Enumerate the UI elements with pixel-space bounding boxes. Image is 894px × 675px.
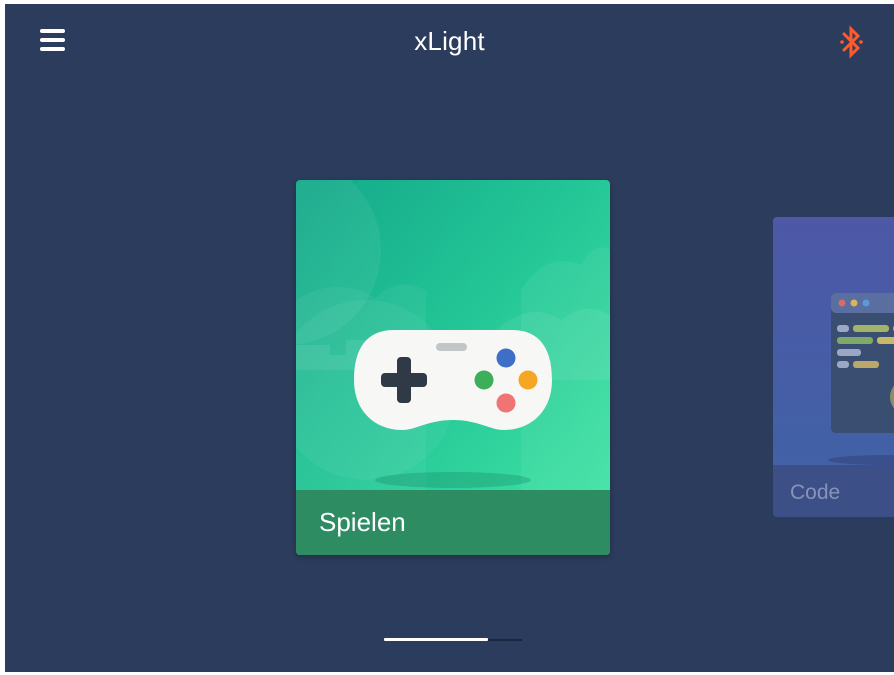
app-title: xLight [414,26,485,56]
card-caption: Code [773,465,894,517]
page-indicator-fill [384,638,488,641]
card-label-spielen: Spielen [319,507,406,537]
card-code[interactable]: Code [773,217,894,517]
card-spielen[interactable]: Spielen [296,180,610,555]
page-indicator[interactable] [384,637,522,645]
top-bar: xLight [5,4,894,82]
card-caption: Spielen [296,490,610,555]
bluetooth-icon[interactable] [839,25,865,59]
app-screen: xLight Spielen Code [5,4,894,672]
card-label-code: Code [790,481,841,504]
